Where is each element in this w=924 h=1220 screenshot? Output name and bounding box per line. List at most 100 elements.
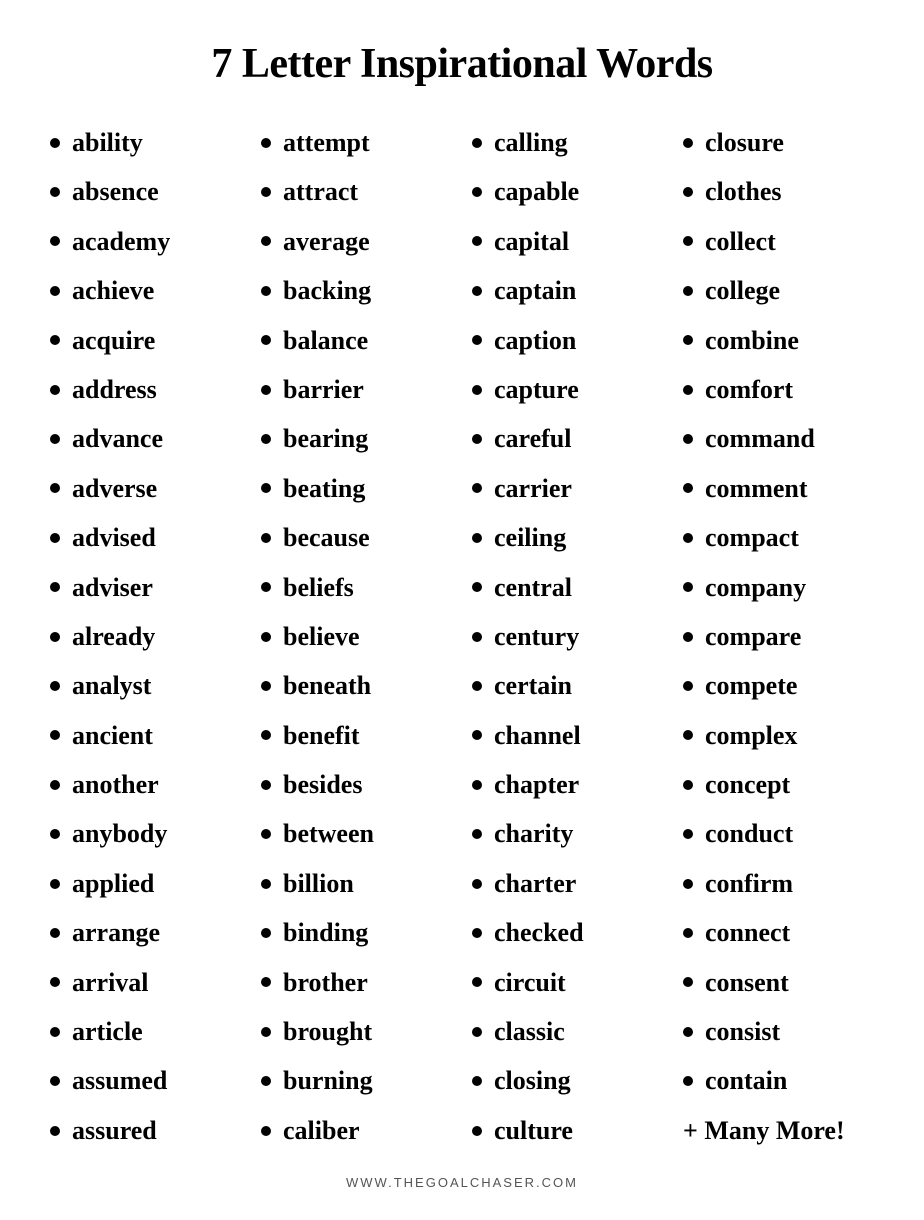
bullet-icon <box>261 780 271 790</box>
bullet-icon <box>472 483 482 493</box>
many-more-label: + Many More! <box>683 1106 874 1155</box>
word-text: backing <box>283 266 371 315</box>
bullet-icon <box>472 879 482 889</box>
word-text: century <box>494 612 579 661</box>
list-item: arrange <box>50 908 241 957</box>
word-text: assured <box>72 1106 157 1155</box>
bullet-icon <box>472 236 482 246</box>
list-item: address <box>50 365 241 414</box>
bullet-icon <box>472 977 482 987</box>
word-text: bearing <box>283 414 368 463</box>
word-text: careful <box>494 414 572 463</box>
bullet-icon <box>472 434 482 444</box>
bullet-icon <box>261 1126 271 1136</box>
list-item: beating <box>261 464 452 513</box>
word-text: beating <box>283 464 365 513</box>
list-item: consist <box>683 1007 874 1056</box>
list-item: circuit <box>472 958 663 1007</box>
word-text: calling <box>494 118 568 167</box>
word-text: college <box>705 266 780 315</box>
list-item: combine <box>683 316 874 365</box>
list-item: capable <box>472 167 663 216</box>
word-text: because <box>283 513 370 562</box>
word-text: chapter <box>494 760 579 809</box>
word-text: compact <box>705 513 799 562</box>
list-item: captain <box>472 266 663 315</box>
list-item: closure <box>683 118 874 167</box>
word-text: captain <box>494 266 576 315</box>
word-text: concept <box>705 760 790 809</box>
bullet-icon <box>261 286 271 296</box>
bullet-icon <box>683 1076 693 1086</box>
word-text: brought <box>283 1007 372 1056</box>
column-3: callingcapablecapitalcaptaincaptioncaptu… <box>462 118 673 1155</box>
word-text: comfort <box>705 365 793 414</box>
bullet-icon <box>50 1076 60 1086</box>
list-item: absence <box>50 167 241 216</box>
word-text: ability <box>72 118 143 167</box>
bullet-icon <box>472 829 482 839</box>
bullet-icon <box>683 335 693 345</box>
word-text: article <box>72 1007 143 1056</box>
list-item: conduct <box>683 809 874 858</box>
word-text: charity <box>494 809 573 858</box>
list-item: chapter <box>472 760 663 809</box>
word-text: carrier <box>494 464 572 513</box>
word-text: beneath <box>283 661 371 710</box>
bullet-icon <box>261 1076 271 1086</box>
list-item: collect <box>683 217 874 266</box>
list-item: balance <box>261 316 452 365</box>
word-text: address <box>72 365 157 414</box>
word-text: command <box>705 414 815 463</box>
list-item: contain <box>683 1056 874 1105</box>
bullet-icon <box>472 730 482 740</box>
word-text: another <box>72 760 159 809</box>
list-item: barrier <box>261 365 452 414</box>
list-item: assumed <box>50 1056 241 1105</box>
word-text: compete <box>705 661 797 710</box>
bullet-icon <box>683 385 693 395</box>
bullet-icon <box>472 187 482 197</box>
word-text: capable <box>494 167 579 216</box>
word-text: caliber <box>283 1106 360 1155</box>
bullet-icon <box>472 335 482 345</box>
bullet-icon <box>261 928 271 938</box>
word-text: culture <box>494 1106 573 1155</box>
bullet-icon <box>261 1027 271 1037</box>
list-item: consent <box>683 958 874 1007</box>
word-text: ancient <box>72 711 153 760</box>
word-text: benefit <box>283 711 360 760</box>
bullet-icon <box>683 928 693 938</box>
bullet-icon <box>261 385 271 395</box>
list-item: anybody <box>50 809 241 858</box>
bullet-icon <box>683 236 693 246</box>
bullet-icon <box>261 879 271 889</box>
word-text: balance <box>283 316 368 365</box>
page-title: 7 Letter Inspirational Words <box>211 40 712 88</box>
list-item: carrier <box>472 464 663 513</box>
bullet-icon <box>261 236 271 246</box>
bullet-icon <box>261 434 271 444</box>
word-text: already <box>72 612 155 661</box>
list-item: billion <box>261 859 452 908</box>
bullet-icon <box>472 632 482 642</box>
word-text: capture <box>494 365 579 414</box>
list-item: arrival <box>50 958 241 1007</box>
word-text: capital <box>494 217 569 266</box>
list-item: compare <box>683 612 874 661</box>
word-text: classic <box>494 1007 565 1056</box>
word-text: contain <box>705 1056 787 1105</box>
bullet-icon <box>50 385 60 395</box>
word-text: academy <box>72 217 170 266</box>
list-item: applied <box>50 859 241 908</box>
list-item: attempt <box>261 118 452 167</box>
bullet-icon <box>50 483 60 493</box>
bullet-icon <box>683 582 693 592</box>
bullet-icon <box>50 977 60 987</box>
word-text: achieve <box>72 266 154 315</box>
word-text: consent <box>705 958 789 1007</box>
bullet-icon <box>472 138 482 148</box>
list-item: another <box>50 760 241 809</box>
list-item: beneath <box>261 661 452 710</box>
list-item: caption <box>472 316 663 365</box>
